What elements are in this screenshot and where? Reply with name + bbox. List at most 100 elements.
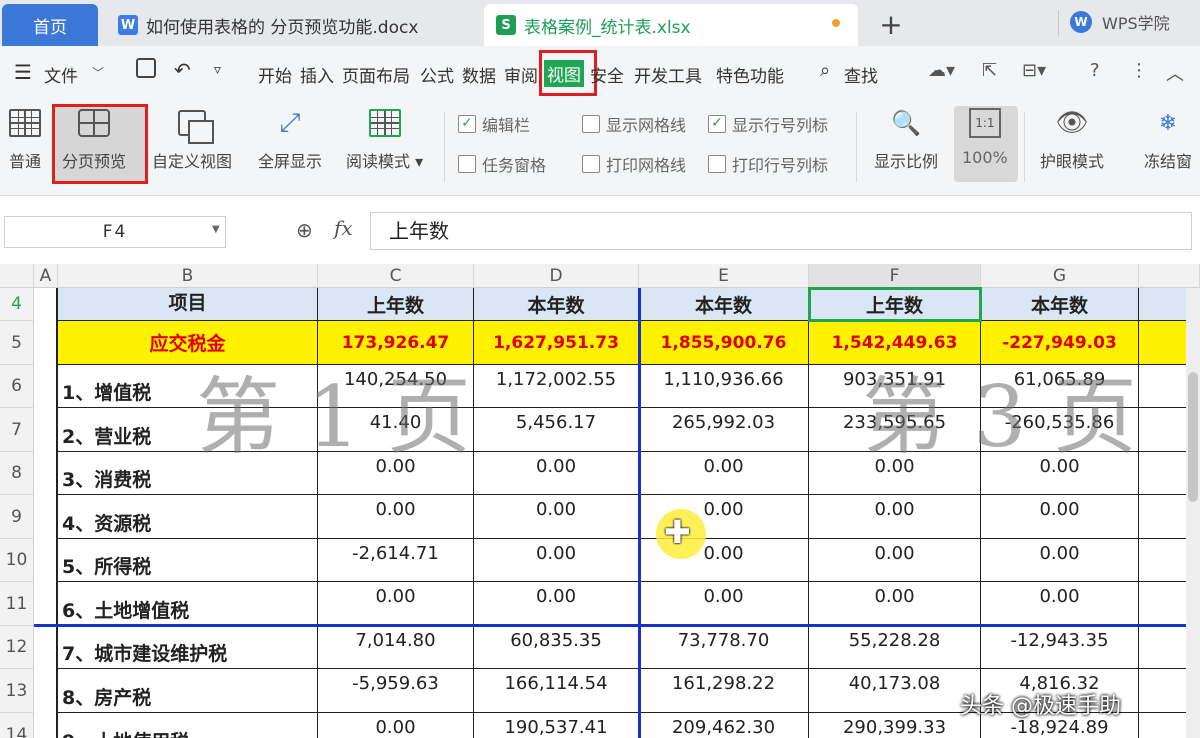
column-header-d[interactable]: D: [474, 264, 639, 288]
header-cell-d[interactable]: 本年数: [474, 288, 639, 321]
column-a-cells[interactable]: [34, 288, 58, 738]
value-cell-e[interactable]: 0.00: [639, 582, 809, 626]
total-cell-e[interactable]: 1,855,900.76: [639, 321, 809, 365]
value-cell-c[interactable]: 7,014.80: [318, 626, 474, 669]
header-cell-e[interactable]: 本年数: [639, 288, 809, 321]
task-icon[interactable]: ⊟▾: [1022, 60, 1046, 81]
column-header-b[interactable]: B: [58, 264, 318, 288]
value-cell-g[interactable]: 0.00: [981, 539, 1139, 582]
value-cell-g[interactable]: 0.00: [981, 495, 1139, 539]
value-cell-c[interactable]: 0.00: [318, 713, 474, 738]
value-cell-d[interactable]: 0.00: [474, 452, 639, 495]
scrollbar-thumb[interactable]: [1188, 372, 1198, 502]
row-header[interactable]: 12: [0, 626, 34, 669]
column-header-c[interactable]: C: [318, 264, 474, 288]
value-cell-d[interactable]: 166,114.54: [474, 669, 639, 713]
row-header[interactable]: 8: [0, 452, 34, 495]
value-cell-e[interactable]: 73,778.70: [639, 626, 809, 669]
cloud-icon[interactable]: ☁▾: [928, 60, 955, 81]
row-header[interactable]: 9: [0, 495, 34, 539]
menu-page-layout[interactable]: 页面布局: [342, 62, 410, 87]
header-cell-g[interactable]: 本年数: [981, 288, 1139, 321]
name-box[interactable]: F4: [4, 216, 226, 248]
fullscreen-button[interactable]: ⤢ 全屏显示: [258, 108, 322, 172]
value-cell-f[interactable]: 40,173.08: [809, 669, 981, 713]
collapse-ribbon-icon[interactable]: ︿: [1166, 60, 1184, 86]
menu-search[interactable]: 查找: [844, 62, 878, 87]
value-cell-f[interactable]: 55,228.28: [809, 626, 981, 669]
checkbox-edit-bar[interactable]: ✓ 编辑栏: [458, 112, 530, 136]
normal-view-button[interactable]: 普通: [8, 108, 42, 172]
column-header-a[interactable]: A: [34, 264, 58, 288]
header-cell-c[interactable]: 上年数: [318, 288, 474, 321]
share-icon[interactable]: ⇱: [982, 60, 997, 81]
tab-home[interactable]: 首页: [2, 4, 98, 46]
tax-item-label[interactable]: 8、房产税: [58, 669, 318, 713]
tax-item-label[interactable]: 5、所得税: [58, 539, 318, 582]
freeze-panes-button[interactable]: ❄ 冻结窗: [1144, 108, 1192, 172]
column-header-f[interactable]: F: [809, 264, 981, 288]
new-tab-button[interactable]: +: [876, 8, 906, 41]
menu-formula[interactable]: 公式: [420, 62, 454, 87]
row-header[interactable]: 11: [0, 582, 34, 626]
value-cell-f[interactable]: 0.00: [809, 495, 981, 539]
menu-file[interactable]: 文件: [44, 62, 78, 87]
menu-special-features[interactable]: 特色功能: [716, 62, 784, 87]
menu-review[interactable]: 审阅: [504, 62, 538, 87]
total-cell-d[interactable]: 1,627,951.73: [474, 321, 639, 365]
undo-icon[interactable]: ↶: [174, 58, 191, 82]
value-cell-g[interactable]: -12,943.35: [981, 626, 1139, 669]
column-header-e[interactable]: E: [639, 264, 809, 288]
reading-mode-button[interactable]: 阅读模式 ▾: [346, 108, 423, 172]
select-all-corner[interactable]: [0, 264, 34, 288]
checkbox-task-pane[interactable]: 任务窗格: [458, 152, 546, 176]
value-cell-f[interactable]: 0.00: [809, 582, 981, 626]
value-cell-f[interactable]: 290,399.33: [809, 713, 981, 738]
checkbox-show-gridlines[interactable]: 显示网格线: [582, 112, 686, 136]
menu-data[interactable]: 数据: [462, 62, 496, 87]
value-cell-d[interactable]: 0.00: [474, 495, 639, 539]
menu-security[interactable]: 安全: [590, 62, 624, 87]
row-header[interactable]: 13: [0, 669, 34, 713]
row-header[interactable]: 14: [0, 713, 34, 738]
checkbox-print-gridlines[interactable]: 打印网格线: [582, 152, 686, 176]
row-header[interactable]: 6: [0, 365, 34, 408]
header-cell-item[interactable]: 项目: [58, 288, 318, 321]
spreadsheet-grid[interactable]: A B C D E F G 4 5 6 7 8 9 10 11 12 13 14 项目 上年数 本年数 本年…: [0, 264, 1200, 738]
tab-spreadsheet[interactable]: S 表格案例_统计表.xlsx: [484, 4, 858, 46]
value-cell-c[interactable]: -2,614.71: [318, 539, 474, 582]
value-cell-d[interactable]: 5,456.17: [474, 408, 639, 452]
row-header[interactable]: 4: [0, 288, 34, 321]
value-cell-g[interactable]: 0.00: [981, 582, 1139, 626]
help-icon[interactable]: ?: [1090, 60, 1100, 81]
row-header[interactable]: 5: [0, 321, 34, 365]
column-header-h[interactable]: [1139, 264, 1200, 288]
value-cell-d[interactable]: 0.00: [474, 582, 639, 626]
chevron-down-icon[interactable]: ▼: [212, 224, 220, 235]
fx-icon[interactable]: fx: [334, 216, 353, 240]
custom-view-button[interactable]: 自定义视图: [152, 108, 232, 172]
tax-item-label[interactable]: 7、城市建设维护税: [58, 626, 318, 669]
wps-academy-link[interactable]: W WPS学院: [1070, 10, 1170, 34]
tax-item-label[interactable]: 6、土地增值税: [58, 582, 318, 626]
value-cell-c[interactable]: 0.00: [318, 495, 474, 539]
menu-developer-tools[interactable]: 开发工具: [634, 62, 702, 87]
tab-document[interactable]: W 如何使用表格的 分页预览功能.docx: [106, 4, 474, 46]
value-cell-f[interactable]: 0.00: [809, 539, 981, 582]
zoom-100-button[interactable]: 1:1 100%: [962, 108, 1008, 167]
value-cell-e[interactable]: 265,992.03: [639, 408, 809, 452]
page-break-preview-button[interactable]: 分页预览: [62, 108, 126, 172]
value-cell-d[interactable]: 1,172,002.55: [474, 365, 639, 408]
value-cell-c[interactable]: 0.00: [318, 582, 474, 626]
value-cell-d[interactable]: 0.00: [474, 539, 639, 582]
value-cell-e[interactable]: 1,110,936.66: [639, 365, 809, 408]
formula-input[interactable]: 上年数: [370, 212, 1192, 250]
checkbox-print-headings[interactable]: 打印行号列标: [708, 152, 828, 176]
tax-item-label[interactable]: 4、资源税: [58, 495, 318, 539]
search-icon[interactable]: ⌕: [820, 60, 830, 81]
value-cell-e[interactable]: 161,298.22: [639, 669, 809, 713]
value-cell-e[interactable]: 209,462.30: [639, 713, 809, 738]
value-cell-c[interactable]: -5,959.63: [318, 669, 474, 713]
row-header[interactable]: 7: [0, 408, 34, 452]
value-cell-e[interactable]: 0.00: [639, 452, 809, 495]
